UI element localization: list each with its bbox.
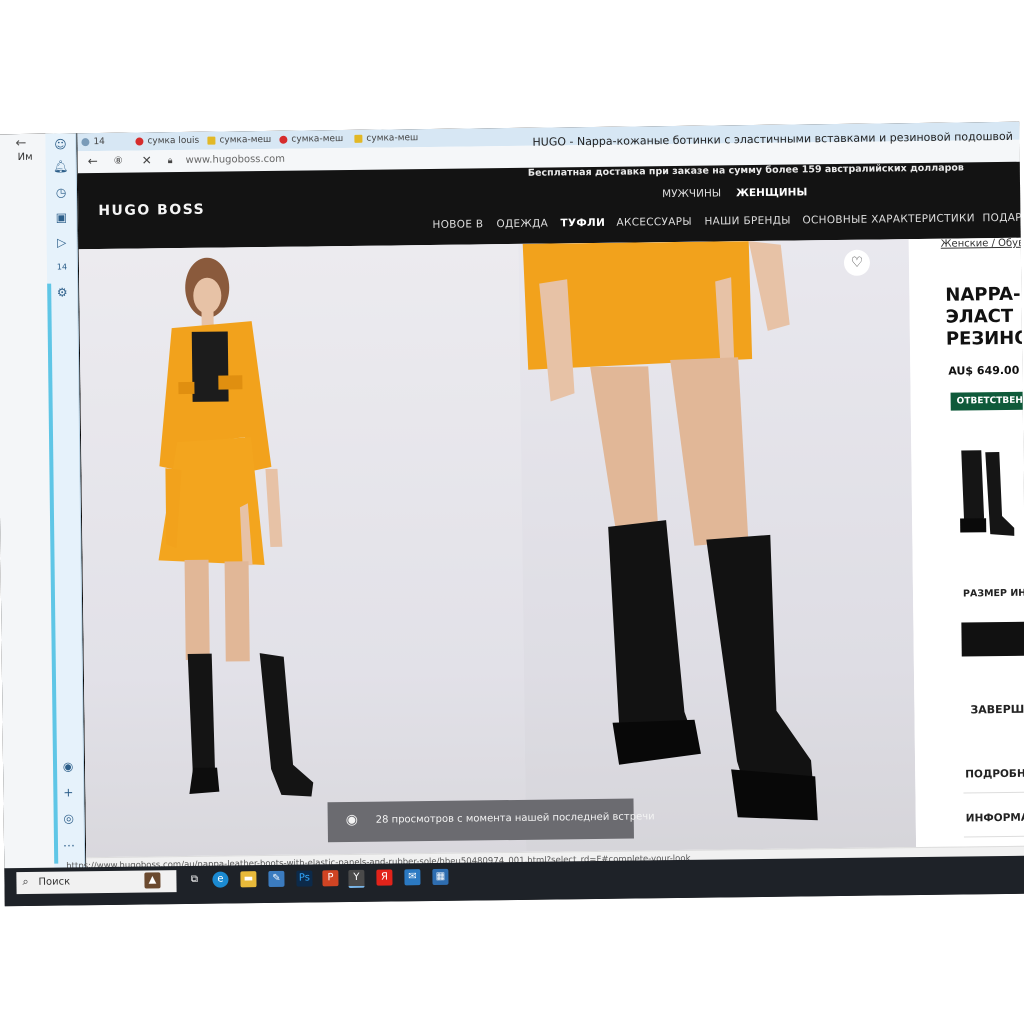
add-to-cart-button[interactable] — [961, 621, 1024, 657]
tab-counter-label: 14 — [93, 136, 105, 148]
bag-icon — [354, 134, 363, 143]
color-app-icon[interactable]: ◉ — [59, 757, 77, 775]
nav-our-brands[interactable]: НАШИ БРЕНДЫ — [704, 215, 790, 228]
tab-label: сумка-меш — [291, 134, 344, 145]
tab-2[interactable]: сумка-меш — [205, 132, 271, 149]
search-icon: ⌕ — [22, 874, 29, 889]
tabs-icon — [81, 138, 90, 147]
nav-men[interactable]: МУЖЧИНЫ — [662, 187, 721, 200]
edge-icon[interactable]: e — [212, 871, 229, 888]
browser-window: 14 сумка louis сумка-меш сумка-меш сумка… — [66, 121, 1024, 877]
tab-label: сумка-меш — [219, 134, 272, 146]
url-field[interactable]: www.hugoboss.com — [186, 152, 296, 169]
size-guide-link[interactable]: РАЗМЕР ИН — [963, 588, 1024, 600]
gallery-image-boots-closeup[interactable] — [518, 239, 917, 852]
model-full-photo — [158, 257, 314, 797]
breadcrumb[interactable]: Женские / Обув — [941, 238, 1024, 250]
boot-thumbnail[interactable] — [955, 448, 1016, 539]
notes-icon[interactable]: ✎ — [268, 870, 285, 888]
mail-icon[interactable]: ✉ — [404, 869, 421, 886]
product-info-panel: Женские / Обув NAPPA- ЭЛАСТ РЕЗИНО AU$ 6… — [908, 237, 1024, 848]
yandex-icon[interactable]: Я — [376, 869, 393, 886]
yandex-icon — [279, 135, 288, 144]
yandex-browser-icon[interactable]: Y — [348, 869, 365, 889]
bag-icon — [207, 136, 216, 145]
wishlist-heart-icon[interactable]: ♡ — [843, 249, 871, 276]
complete-look-link[interactable]: ЗАВЕРШ — [970, 703, 1024, 717]
site-header: Бесплатная доставка при заказе на сумму … — [77, 161, 1024, 250]
nav-women[interactable]: ЖЕНЩИНЫ — [736, 186, 807, 199]
alice-assistant-icon[interactable]: ◎ — [60, 809, 78, 827]
tab-1[interactable]: сумка louis — [133, 133, 199, 150]
views-counter-banner: ◉ 28 просмотров с момента нашей последне… — [327, 798, 655, 843]
tab-label: сумка louis — [147, 135, 200, 147]
apps-icon[interactable]: ⚙ — [53, 283, 71, 301]
info-accordion[interactable]: ИНФОРМА — [966, 812, 1024, 825]
history-icon[interactable]: ◷ — [52, 183, 70, 201]
lock-icon: 🔒︎ — [167, 156, 173, 167]
stop-loading-icon[interactable]: ✕ — [142, 153, 152, 167]
nav-new-in[interactable]: НОВОЕ В — [432, 218, 483, 231]
hugo-boss-logo[interactable]: HUGO BOSS — [98, 202, 205, 219]
details-accordion[interactable]: ПОДРОБН — [965, 768, 1024, 781]
tab-label: сумка-меш — [366, 133, 419, 144]
boots-closeup-photo — [522, 241, 818, 821]
nav-clothing[interactable]: ОДЕЖДА — [496, 218, 548, 231]
monitor-screen: ← Им ☺ 🔔︎ ◷ ▣ ▷ 14 ⚙ ◉ + ◎ … 14 сумка lo… — [0, 121, 1024, 907]
powerpoint-icon[interactable]: P — [322, 870, 339, 887]
explorer-icon[interactable]: ▬ — [240, 871, 257, 888]
back-arrow-icon[interactable]: ← — [15, 136, 26, 151]
tab-3[interactable]: сумка-меш — [277, 131, 343, 148]
back-icon[interactable]: ← — [88, 154, 98, 168]
product-price: AU$ 649.00 — [948, 363, 1020, 378]
calendar-icon[interactable]: 14 — [53, 258, 71, 276]
profile-icon[interactable]: ☺ — [51, 135, 69, 153]
responsible-badge[interactable]: ОТВЕТСТВЕН — [950, 391, 1024, 411]
bookmarks-label[interactable]: Им — [18, 152, 33, 163]
add-icon[interactable]: + — [59, 783, 77, 801]
gallery-image-full-look[interactable] — [78, 243, 527, 858]
tab-counter[interactable]: 14 — [79, 134, 105, 150]
nav-gifts[interactable]: ПОДАР — [982, 212, 1022, 224]
photoshop-icon[interactable]: Ps — [296, 870, 313, 887]
tab-4[interactable]: сумка-меш — [352, 130, 418, 147]
search-label: Поиск — [38, 876, 71, 888]
nav-shoes[interactable]: ТУФЛИ — [560, 217, 605, 230]
more-icon[interactable]: … — [60, 833, 78, 851]
views-counter-text: 28 просмотров с момента нашей последней … — [375, 811, 655, 826]
product-title-line-1: NAPPA- — [945, 283, 1021, 306]
task-view-icon[interactable]: ⧉ — [186, 872, 202, 888]
yandex-shield-icon[interactable]: ⑧ — [114, 156, 123, 167]
bell-icon[interactable]: 🔔︎ — [52, 157, 70, 175]
nav-accessories[interactable]: АКСЕССУАРЫ — [616, 216, 692, 229]
nav-highlights[interactable]: ОСНОВНЫЕ ХАРАКТЕРИСТИКИ — [802, 212, 975, 226]
yandex-icon — [135, 137, 144, 146]
collections-icon[interactable]: ▣ — [52, 208, 70, 226]
play-icon[interactable]: ▷ — [53, 233, 71, 251]
calculator-icon[interactable]: ▦ — [432, 868, 449, 885]
product-title-line-3: РЕЗИНО — [945, 327, 1024, 350]
photo-scene: ← Им ☺ 🔔︎ ◷ ▣ ▷ 14 ⚙ ◉ + ◎ … 14 сумка lo… — [0, 0, 1024, 1024]
divider — [963, 835, 1024, 838]
divider — [963, 791, 1024, 794]
product-gallery: ♡ ◉ 28 просмотров с момента нашей послед… — [78, 239, 917, 858]
product-title-line-2: ЭЛАСТ — [945, 305, 1014, 328]
town-widget-icon[interactable]: ▲ — [144, 872, 161, 889]
eye-icon: ◉ — [345, 811, 359, 829]
